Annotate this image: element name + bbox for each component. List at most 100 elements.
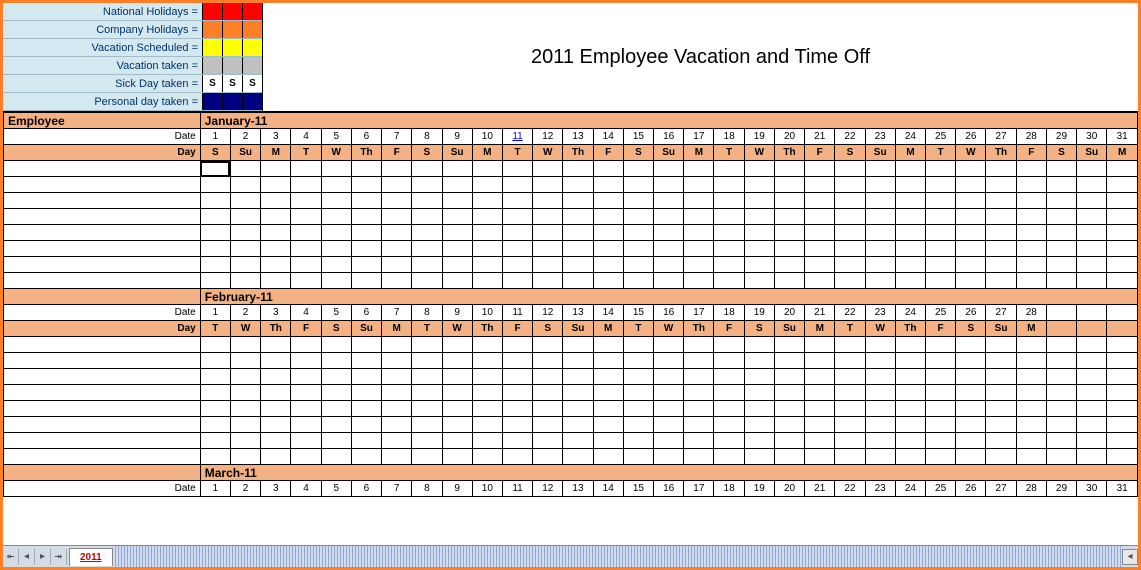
vacation-cell[interactable]: [593, 449, 623, 465]
vacation-cell[interactable]: [351, 177, 381, 193]
vacation-cell[interactable]: [926, 385, 956, 401]
vacation-cell[interactable]: [1046, 337, 1076, 353]
vacation-cell[interactable]: [986, 417, 1016, 433]
date-cell[interactable]: 2: [230, 129, 260, 145]
vacation-cell[interactable]: [1107, 193, 1138, 209]
vacation-cell[interactable]: [895, 161, 925, 177]
date-cell[interactable]: 30: [1077, 481, 1107, 497]
vacation-cell[interactable]: [351, 241, 381, 257]
vacation-cell[interactable]: [261, 401, 291, 417]
vacation-cell[interactable]: [1046, 449, 1076, 465]
vacation-cell[interactable]: [442, 449, 472, 465]
vacation-cell[interactable]: [351, 225, 381, 241]
date-cell[interactable]: 19: [744, 305, 774, 321]
day-cell[interactable]: M: [805, 321, 835, 337]
date-cell[interactable]: 15: [623, 481, 653, 497]
vacation-cell[interactable]: [261, 385, 291, 401]
vacation-cell[interactable]: [986, 433, 1016, 449]
vacation-cell[interactable]: [1016, 225, 1046, 241]
vacation-cell[interactable]: [956, 369, 986, 385]
vacation-cell[interactable]: [230, 353, 260, 369]
vacation-cell[interactable]: [926, 241, 956, 257]
date-cell[interactable]: 28: [1016, 481, 1046, 497]
date-cell[interactable]: 12: [533, 129, 563, 145]
date-cell[interactable]: 3: [261, 481, 291, 497]
vacation-cell[interactable]: [533, 209, 563, 225]
vacation-table[interactable]: EmployeeJanuary-11Date123456789101112131…: [3, 112, 1138, 497]
vacation-cell[interactable]: [956, 161, 986, 177]
day-cell[interactable]: M: [382, 321, 412, 337]
vacation-cell[interactable]: [986, 177, 1016, 193]
vacation-cell[interactable]: [291, 225, 321, 241]
vacation-cell[interactable]: [261, 417, 291, 433]
date-cell[interactable]: 9: [442, 305, 472, 321]
vacation-cell[interactable]: [472, 433, 502, 449]
day-cell[interactable]: Th: [472, 321, 502, 337]
date-cell[interactable]: 28: [1016, 305, 1046, 321]
date-cell[interactable]: 15: [623, 305, 653, 321]
date-cell[interactable]: 17: [684, 305, 714, 321]
date-cell[interactable]: 17: [684, 481, 714, 497]
vacation-cell[interactable]: [200, 193, 230, 209]
date-cell[interactable]: 25: [926, 305, 956, 321]
date-cell[interactable]: 13: [563, 129, 593, 145]
vacation-cell[interactable]: [442, 337, 472, 353]
vacation-cell[interactable]: [1107, 161, 1138, 177]
vacation-cell[interactable]: [895, 273, 925, 289]
vacation-cell[interactable]: [865, 209, 895, 225]
vacation-cell[interactable]: [1046, 209, 1076, 225]
vacation-cell[interactable]: [835, 161, 865, 177]
vacation-cell[interactable]: [684, 225, 714, 241]
vacation-cell[interactable]: [593, 337, 623, 353]
day-cell[interactable]: S: [412, 145, 442, 161]
vacation-cell[interactable]: [1016, 161, 1046, 177]
day-cell[interactable]: F: [926, 321, 956, 337]
vacation-cell[interactable]: [956, 401, 986, 417]
vacation-cell[interactable]: [563, 177, 593, 193]
vacation-cell[interactable]: [593, 385, 623, 401]
day-cell[interactable]: S: [956, 321, 986, 337]
vacation-cell[interactable]: [472, 369, 502, 385]
employee-cell[interactable]: [4, 193, 201, 209]
vacation-cell[interactable]: [563, 337, 593, 353]
vacation-cell[interactable]: [502, 241, 532, 257]
vacation-cell[interactable]: [321, 209, 351, 225]
vacation-cell[interactable]: [744, 449, 774, 465]
vacation-cell[interactable]: [261, 177, 291, 193]
day-cell[interactable]: Su: [1077, 145, 1107, 161]
vacation-cell[interactable]: [1046, 193, 1076, 209]
vacation-cell[interactable]: [533, 177, 563, 193]
vacation-cell[interactable]: [865, 417, 895, 433]
date-cell[interactable]: 8: [412, 129, 442, 145]
vacation-cell[interactable]: [865, 433, 895, 449]
vacation-cell[interactable]: [1077, 177, 1107, 193]
vacation-cell[interactable]: [895, 193, 925, 209]
vacation-cell[interactable]: [412, 193, 442, 209]
vacation-cell[interactable]: [351, 449, 381, 465]
calendar-grid[interactable]: EmployeeJanuary-11Date123456789101112131…: [3, 112, 1138, 528]
vacation-cell[interactable]: [382, 257, 412, 273]
vacation-cell[interactable]: [291, 417, 321, 433]
vacation-cell[interactable]: [623, 401, 653, 417]
vacation-cell[interactable]: [533, 417, 563, 433]
date-cell[interactable]: 12: [533, 481, 563, 497]
vacation-cell[interactable]: [321, 225, 351, 241]
vacation-cell[interactable]: [956, 209, 986, 225]
vacation-cell[interactable]: [986, 257, 1016, 273]
vacation-cell[interactable]: [805, 433, 835, 449]
vacation-cell[interactable]: [1107, 241, 1138, 257]
date-cell[interactable]: 11: [502, 129, 532, 145]
vacation-cell[interactable]: [654, 385, 684, 401]
vacation-cell[interactable]: [382, 401, 412, 417]
vacation-cell[interactable]: [261, 337, 291, 353]
vacation-cell[interactable]: [986, 161, 1016, 177]
vacation-cell[interactable]: [684, 337, 714, 353]
employee-cell[interactable]: [4, 337, 201, 353]
vacation-cell[interactable]: [956, 417, 986, 433]
vacation-cell[interactable]: [835, 433, 865, 449]
vacation-cell[interactable]: [654, 177, 684, 193]
date-cell[interactable]: 20: [774, 129, 804, 145]
date-cell[interactable]: 31: [1107, 481, 1138, 497]
vacation-cell[interactable]: [714, 273, 744, 289]
vacation-cell[interactable]: [986, 401, 1016, 417]
